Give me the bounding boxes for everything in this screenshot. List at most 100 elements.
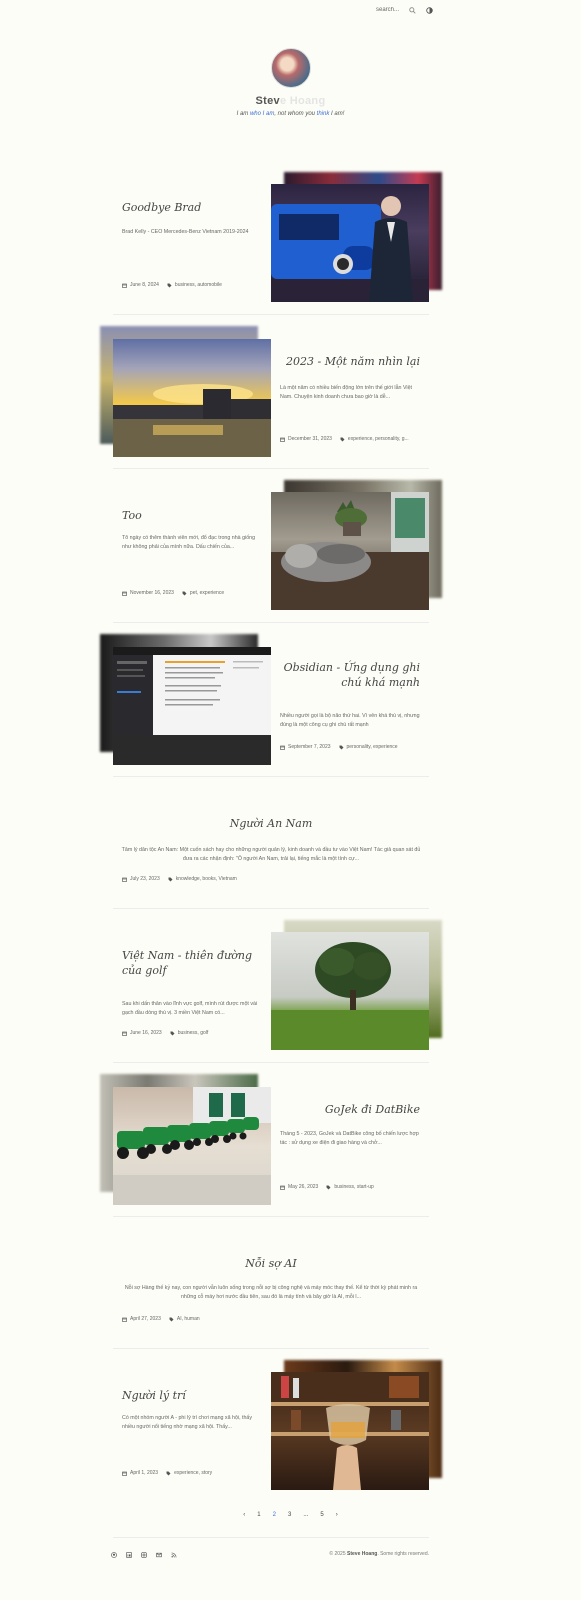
post-meta: July 23, 2023 knowledge, books, Vietnam — [122, 876, 237, 882]
avatar[interactable] — [270, 48, 311, 88]
post-card[interactable]: Việt Nam - thiên đường của golf Sau khi … — [100, 920, 442, 1052]
post-tags-text[interactable]: business, automobile — [175, 282, 222, 288]
footer: © 2025 Steve Hoang. Some rights reserved… — [111, 1545, 429, 1563]
github-icon[interactable] — [111, 1545, 117, 1563]
post-tags-text[interactable]: business, start-up — [334, 1184, 373, 1190]
post-divider — [113, 1062, 429, 1063]
post-tags-text[interactable]: personality, experience — [347, 744, 398, 750]
post-title[interactable]: Người An Nam — [100, 816, 442, 831]
page-link[interactable]: 1 — [257, 1512, 260, 1518]
post-card[interactable]: Obsidian - Ứng dụng ghi chú khá mạnh Nhi… — [100, 634, 442, 766]
post-tags-text[interactable]: business, golf — [178, 1030, 209, 1036]
tagline-highlight: think — [316, 111, 330, 117]
email-icon[interactable] — [156, 1545, 162, 1563]
post-thumbnail[interactable] — [100, 326, 271, 458]
post-date: April 27, 2023 — [122, 1316, 161, 1322]
site-title[interactable]: Steve Hoang — [0, 95, 581, 107]
page-link-current[interactable]: 2 — [273, 1512, 276, 1518]
post-card[interactable]: GoJek đi DatBike Tháng 5 - 2023, GoJek v… — [100, 1074, 442, 1206]
post-date: May 26, 2023 — [280, 1184, 318, 1190]
post-date-text: December 31, 2023 — [288, 436, 332, 442]
post-card[interactable]: Người An Nam Tâm lý dân tộc An Nam: Một … — [100, 788, 442, 898]
post-thumbnail[interactable] — [271, 1360, 442, 1492]
post-date-text: June 8, 2024 — [130, 282, 159, 288]
social-links — [111, 1545, 177, 1563]
post-date-text: July 23, 2023 — [130, 876, 160, 882]
post-title[interactable]: GoJek đi DatBike — [280, 1102, 420, 1117]
tag-icon — [340, 437, 345, 441]
post-tags: business, automobile — [167, 282, 222, 288]
post-title[interactable]: Nỗi sợ AI — [100, 1256, 442, 1271]
post-divider — [113, 1348, 429, 1349]
copyright-name[interactable]: Steve Hoang — [347, 1551, 377, 1557]
post-date-text: April 1, 2023 — [130, 1470, 159, 1476]
post-thumbnail[interactable] — [271, 920, 442, 1052]
post-date: June 16, 2023 — [122, 1030, 162, 1036]
post-thumbnail[interactable] — [100, 1074, 271, 1206]
post-tags: pet, experience — [182, 590, 224, 596]
thumbnail-image — [271, 932, 429, 1050]
post-card[interactable]: Goodbye Brad Brad Kelly - CEO Mercedes-B… — [100, 172, 442, 304]
post-tags-text[interactable]: experience, story — [174, 1470, 212, 1476]
theme-toggle-icon[interactable] — [426, 1, 433, 19]
post-date: July 23, 2023 — [122, 876, 160, 882]
linkedin-icon[interactable] — [126, 1545, 132, 1563]
copyright: © 2025 Steve Hoang. Some rights reserved… — [329, 1551, 429, 1557]
post-card[interactable]: 2023 - Một năm nhìn lại Là một năm có nh… — [100, 326, 442, 458]
next-page-button[interactable]: › — [336, 1512, 338, 1518]
post-thumbnail[interactable] — [271, 480, 442, 612]
post-title[interactable]: 2023 - Một năm nhìn lại — [280, 354, 420, 369]
instagram-icon[interactable] — [141, 1545, 147, 1563]
post-meta: September 7, 2023 personality, experienc… — [280, 744, 398, 750]
post-thumbnail[interactable] — [271, 172, 442, 304]
calendar-icon — [280, 745, 285, 750]
tag-icon — [182, 591, 187, 595]
post-card[interactable]: Nỗi sợ AI Nỗi sợ Hàng thế kỷ nay, con ng… — [100, 1228, 442, 1338]
site-header: Steve Hoang I am who I am, not whom you … — [0, 48, 581, 117]
search-icon[interactable] — [409, 1, 416, 19]
prev-page-button[interactable]: ‹ — [243, 1512, 245, 1518]
post-title[interactable]: Goodbye Brad — [122, 200, 262, 215]
post-title[interactable]: Too — [122, 508, 262, 523]
post-tags-text[interactable]: pet, experience — [190, 590, 224, 596]
tagline-text: I am — [236, 111, 250, 117]
post-title[interactable]: Việt Nam - thiên đường của golf — [122, 948, 262, 978]
calendar-icon — [122, 1031, 127, 1036]
post-meta: May 26, 2023 business, start-up — [280, 1184, 374, 1190]
search-input[interactable] — [376, 7, 404, 13]
tagline: I am who I am, not whom you think I am! — [0, 111, 581, 117]
tag-icon — [339, 745, 344, 749]
post-tags: business, start-up — [326, 1184, 374, 1190]
post-excerpt: Tháng 5 - 2023, GoJek và DatBike công bố… — [280, 1131, 419, 1146]
top-icons — [409, 4, 433, 16]
post-tags-text[interactable]: experience, personality, g... — [348, 436, 409, 442]
calendar-icon — [122, 1471, 127, 1476]
calendar-icon — [280, 1185, 285, 1190]
page-ellipsis: ... — [303, 1512, 309, 1518]
pagination: ‹ 1 2 3 ... 5 › — [0, 1512, 581, 1518]
post-meta: June 8, 2024 business, automobile — [122, 282, 222, 288]
post-card[interactable]: Too Tô ngày có thêm thành viên mới, đổ đ… — [100, 480, 442, 612]
calendar-icon — [280, 437, 285, 442]
post-meta: December 31, 2023 experience, personalit… — [280, 436, 409, 442]
page-link[interactable]: 3 — [288, 1512, 291, 1518]
post-date: April 1, 2023 — [122, 1470, 158, 1476]
post-excerpt: Brad Kelly - CEO Mercedes-Benz Vietnam 2… — [122, 229, 249, 235]
post-title[interactable]: Người lý trí — [122, 1388, 262, 1403]
post-excerpt: Sau khi dấn thân vào lĩnh vực golf, mình… — [122, 1001, 258, 1016]
post-excerpt: Tô ngày có thêm thành viên mới, đổ đạc t… — [122, 535, 256, 550]
rss-icon[interactable] — [171, 1545, 177, 1563]
post-title[interactable]: Obsidian - Ứng dụng ghi chú khá mạnh — [280, 660, 420, 690]
calendar-icon — [122, 591, 127, 596]
post-tags-text[interactable]: knowledge, books, Vietnam — [176, 876, 237, 882]
post-tags: experience, story — [166, 1470, 212, 1476]
post-tags-text[interactable]: AI, human — [177, 1316, 200, 1322]
calendar-icon — [122, 283, 127, 288]
site-title-part2: e Hoang — [279, 95, 326, 107]
post-tags: AI, human — [169, 1316, 200, 1322]
post-card[interactable]: Người lý trí Có một nhóm người A - phi l… — [100, 1360, 442, 1492]
page-link[interactable]: 5 — [320, 1512, 323, 1518]
post-date-text: April 27, 2023 — [130, 1316, 161, 1322]
post-thumbnail[interactable] — [100, 634, 271, 766]
top-search — [376, 4, 404, 16]
